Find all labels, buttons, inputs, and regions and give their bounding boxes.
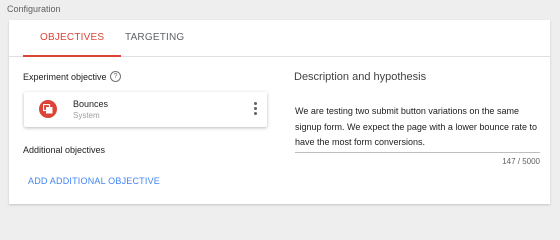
add-additional-objective-button[interactable]: ADD ADDITIONAL OBJECTIVE (28, 176, 160, 186)
tab-bar: OBJECTIVES TARGETING (9, 20, 550, 57)
more-vert-icon[interactable] (252, 102, 258, 117)
breadcrumb: Configuration (7, 4, 61, 14)
help-circle-icon[interactable]: ? (110, 71, 121, 82)
additional-objectives-label: Additional objectives (23, 145, 106, 155)
configuration-panel: OBJECTIVES TARGETING Experiment objectiv… (9, 20, 550, 204)
tab-objectives[interactable]: OBJECTIVES (40, 32, 104, 43)
description-field[interactable]: We are testing two submit button variati… (295, 104, 540, 152)
bounce-icon (39, 100, 57, 118)
active-tab-indicator (23, 55, 121, 57)
tab-targeting[interactable]: TARGETING (125, 32, 184, 43)
experiment-objective-label: Experiment objective (23, 72, 107, 82)
character-counter: 147 / 5000 (502, 157, 540, 166)
objective-subtitle: System (73, 111, 100, 120)
description-underline (295, 152, 540, 153)
description-title: Description and hypothesis (294, 71, 427, 83)
objective-title: Bounces (73, 99, 109, 109)
objective-card[interactable]: Bounces System (24, 92, 267, 127)
